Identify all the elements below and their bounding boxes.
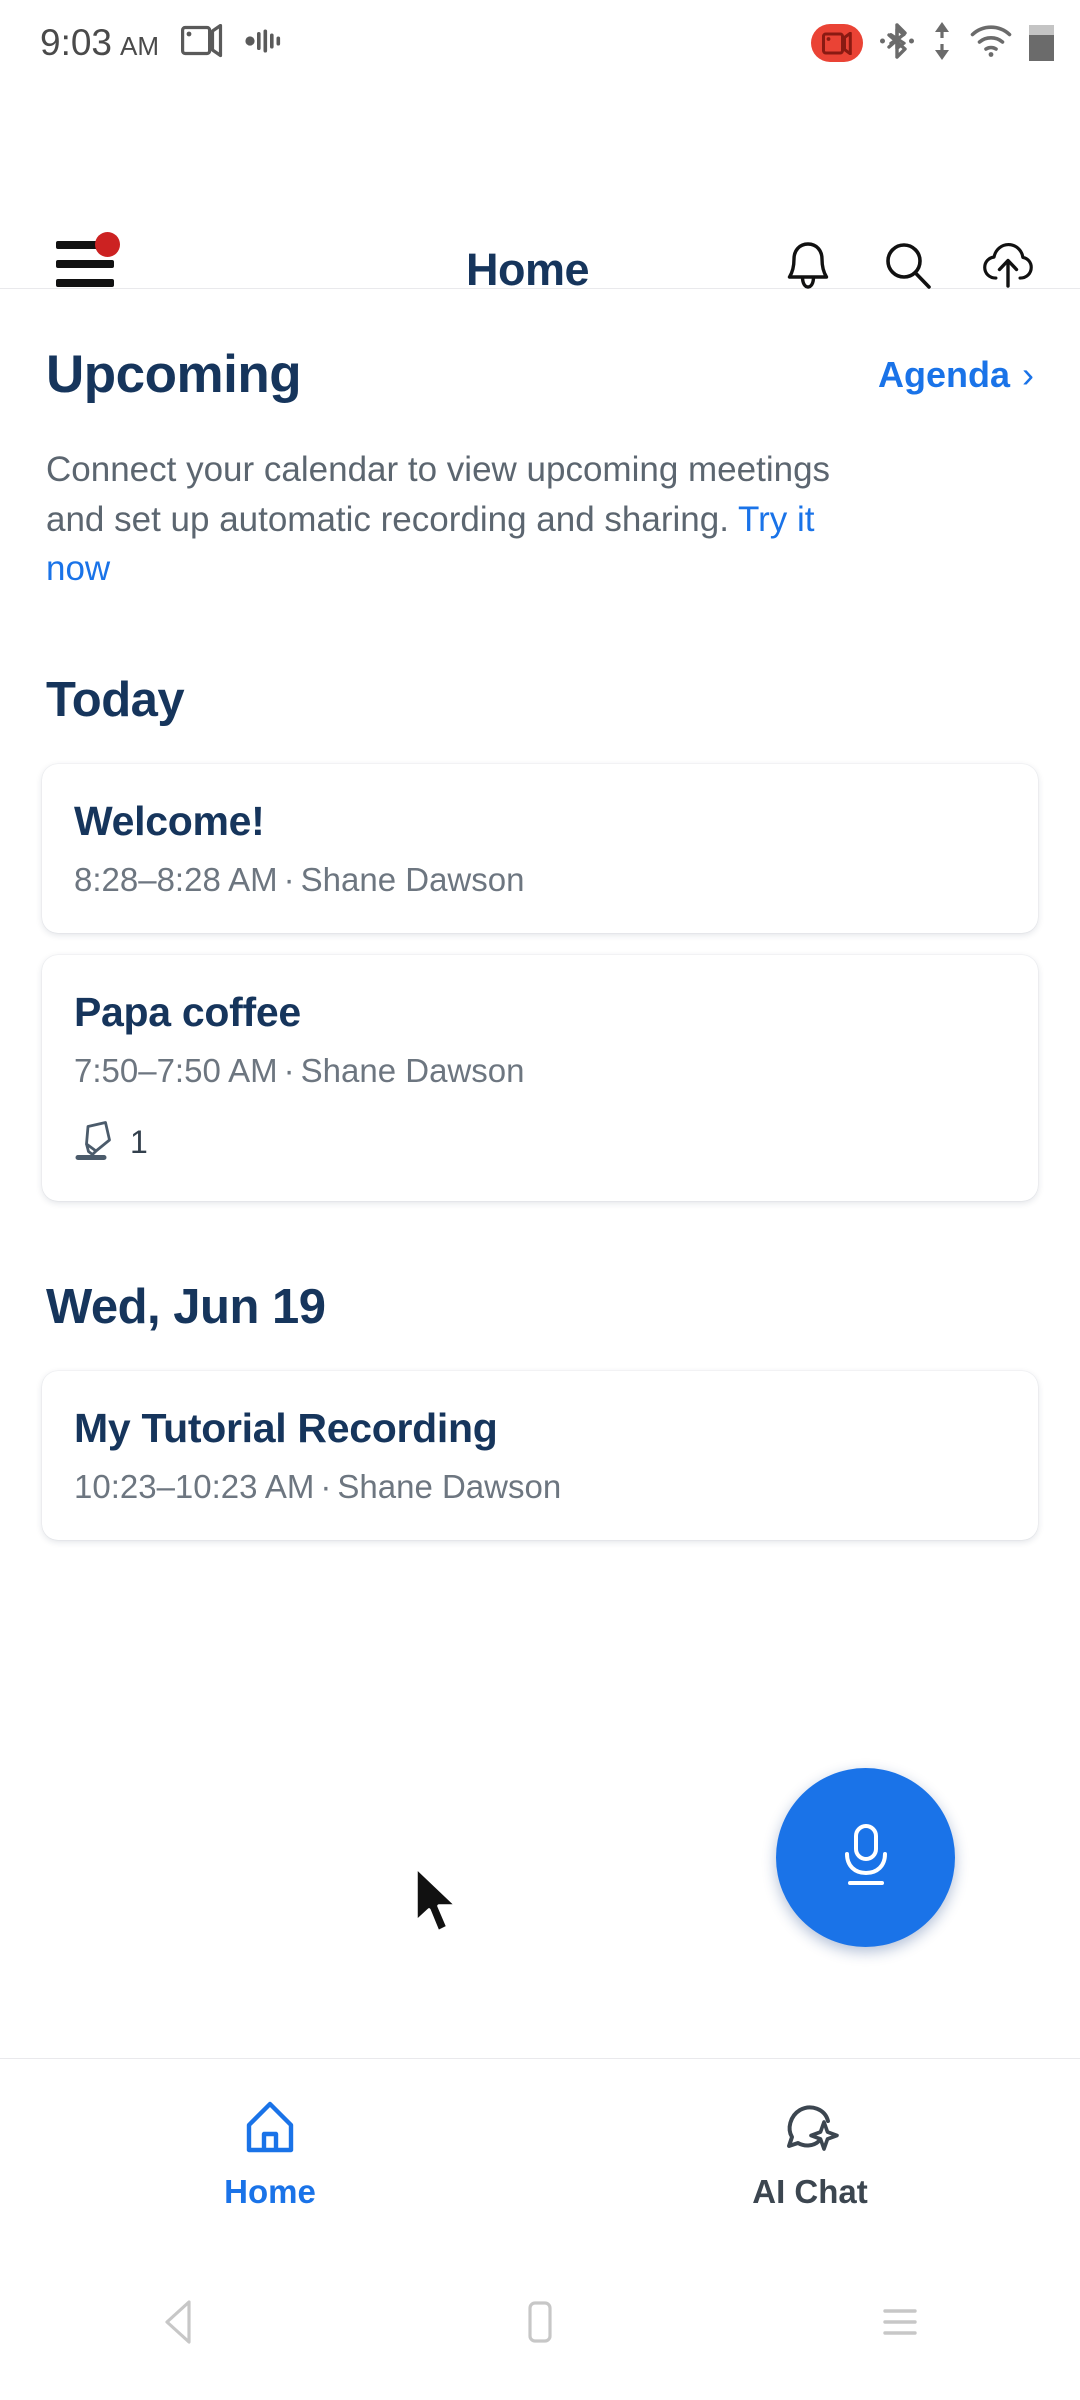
status-bar-right [811, 21, 1054, 66]
hamburger-bar [56, 260, 114, 268]
upcoming-title: Upcoming [46, 345, 302, 404]
meta-separator: · [320, 1468, 332, 1506]
clock-ampm: AM [120, 31, 160, 61]
meeting-owner: Shane Dawson [300, 861, 525, 899]
app-screen: 9:03 AM Home Upcoming Agenda › Connect y… [0, 0, 1080, 2400]
meeting-time: 10:23–10:23 AM [74, 1468, 315, 1506]
meeting-time: 8:28–8:28 AM [74, 861, 278, 899]
nav-item-ai-chat[interactable]: AI Chat [540, 2096, 1080, 2211]
bluetooth-icon [880, 21, 914, 66]
today-card-list: Welcome! 8:28–8:28 AM · Shane Dawson Papa … [0, 764, 1080, 1202]
meeting-highlights: 1 [74, 1118, 1004, 1167]
status-bar-clock: 9:03 AM [40, 22, 159, 64]
home-square-icon [520, 2298, 560, 2351]
app-header: Home [0, 86, 1080, 295]
meeting-title: My Tutorial Recording [74, 1405, 498, 1452]
screen-recording-badge-icon [811, 24, 863, 62]
bottom-navigation-bar: Home AI Chat [0, 2058, 1080, 2248]
day-heading-wed-jun-19: Wed, Jun 19 [46, 1280, 326, 1335]
nav-label-home: Home [224, 2173, 316, 2210]
highlight-count: 1 [130, 1124, 148, 1161]
meeting-time: 7:50–7:50 AM [74, 1052, 278, 1090]
upcoming-blurb-text: Connect your calendar to view upcoming m… [46, 450, 831, 539]
highlighter-icon [74, 1118, 116, 1167]
system-back-button[interactable] [0, 2298, 360, 2351]
chevron-right-icon: › [1022, 353, 1034, 395]
nav-item-home[interactable]: Home [0, 2096, 540, 2211]
system-home-button[interactable] [360, 2298, 720, 2351]
meeting-owner: Shane Dawson [337, 1468, 562, 1506]
ai-chat-sparkle-icon [779, 2096, 841, 2163]
meta-separator: · [283, 861, 295, 899]
battery-icon [1029, 25, 1054, 61]
meeting-meta: 7:50–7:50 AM · Shane Dawson [74, 1052, 1004, 1090]
hamburger-bar [56, 279, 114, 287]
data-transfer-icon [931, 21, 953, 66]
recents-lines-icon [876, 2298, 924, 2351]
home-icon [239, 2096, 301, 2163]
audio-waveform-icon [245, 28, 285, 59]
meeting-title: Welcome! [74, 798, 265, 845]
meeting-meta: 8:28–8:28 AM · Shane Dawson [74, 861, 1004, 899]
notifications-bell-icon[interactable] [780, 238, 836, 294]
notification-dot [95, 232, 120, 257]
hamburger-menu-icon[interactable] [56, 232, 122, 291]
status-bar-left: 9:03 AM [40, 22, 285, 64]
header-actions [780, 238, 1036, 294]
nav-label-ai-chat: AI Chat [752, 2173, 868, 2210]
upcoming-blurb: Connect your calendar to view upcoming m… [0, 445, 900, 594]
mouse-pointer-icon [410, 1864, 470, 1940]
main-content: Upcoming Agenda › Connect your calendar … [0, 289, 1080, 1562]
search-icon[interactable] [880, 238, 936, 294]
system-recents-button[interactable] [720, 2298, 1080, 2351]
agenda-link[interactable]: Agenda › [878, 354, 1034, 396]
wifi-icon [970, 24, 1012, 62]
meeting-card[interactable]: Papa coffee 7:50–7:50 AM · Shane Dawson 1 [42, 955, 1038, 1202]
agenda-label: Agenda [877, 353, 1010, 395]
clock-time: 9:03 [40, 22, 113, 63]
meeting-card[interactable]: Welcome! 8:28–8:28 AM · Shane Dawson [42, 764, 1038, 934]
meeting-card[interactable]: My Tutorial Recording 10:23–10:23 AM · Sha… [42, 1371, 1038, 1541]
screen-cast-icon [181, 23, 223, 63]
android-system-nav [0, 2248, 1080, 2400]
cloud-upload-icon[interactable] [980, 238, 1036, 294]
upcoming-section-header: Upcoming Agenda › [0, 344, 1080, 405]
day-heading-today: Today [46, 673, 185, 728]
wed-jun-19-card-list: My Tutorial Recording 10:23–10:23 AM · Sha… [0, 1371, 1080, 1541]
meta-separator: · [283, 1052, 295, 1090]
record-fab-button[interactable] [776, 1768, 955, 1947]
back-triangle-icon [158, 2298, 202, 2351]
microphone-icon [830, 1816, 902, 1899]
meeting-meta: 10:23–10:23 AM · Shane Dawson [74, 1468, 1004, 1506]
status-bar: 9:03 AM [0, 0, 1080, 86]
meeting-owner: Shane Dawson [300, 1052, 525, 1090]
meeting-title: Papa coffee [74, 989, 301, 1036]
